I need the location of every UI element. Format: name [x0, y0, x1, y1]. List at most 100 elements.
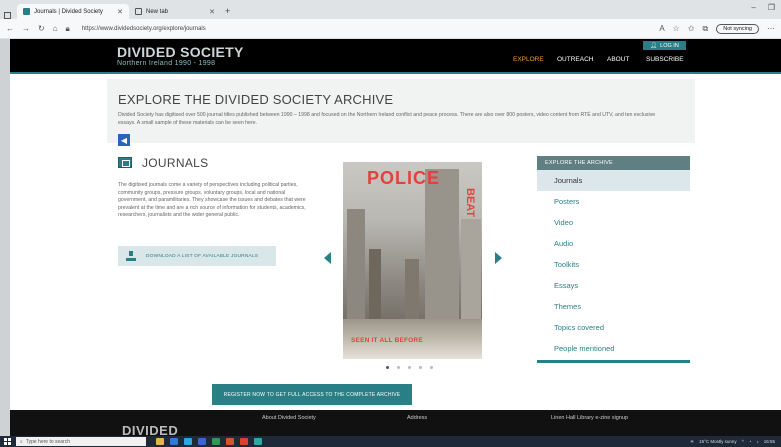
carousel-dot[interactable] — [397, 366, 400, 369]
download-label: DOWNLOAD A LIST OF AVAILABLE JOURNALS — [146, 253, 259, 259]
search-icon: ⌕ — [20, 438, 23, 445]
explore-archive-menu: EXPLORE THE ARCHIVE Journals Posters Vid… — [537, 156, 690, 363]
collections-icon[interactable]: ⧉ — [703, 24, 709, 34]
cover-building — [369, 249, 381, 329]
network-icon[interactable]: ◔ — [749, 439, 752, 444]
sync-button[interactable]: Not syncing — [716, 23, 759, 34]
close-tab-icon[interactable]: ✕ — [209, 8, 215, 16]
site-header: DIVIDED SOCIETY Northern Ireland 1990 - … — [10, 39, 781, 72]
explore-item-themes[interactable]: Themes — [537, 296, 690, 317]
new-tab-favicon-icon — [135, 8, 142, 15]
chrome-icon[interactable] — [240, 438, 248, 445]
section-title: JOURNALS — [142, 156, 209, 170]
page-title: EXPLORE THE DIVIDED SOCIETY ARCHIVE — [118, 92, 394, 107]
close-tab-icon[interactable]: ✕ — [117, 8, 123, 16]
explore-item-audio[interactable]: Audio — [537, 233, 690, 254]
explore-menu-heading: EXPLORE THE ARCHIVE — [537, 156, 690, 170]
carousel-dot[interactable] — [408, 366, 411, 369]
nav-outreach[interactable]: OUTREACH — [557, 56, 593, 63]
cover-title-b: BEAT — [464, 188, 476, 218]
carousel-prev-icon[interactable] — [324, 252, 331, 264]
explore-item-video[interactable]: Video — [537, 212, 690, 233]
favorite-star-icon[interactable]: ☆ — [673, 24, 680, 33]
new-tab-plus-icon[interactable]: + — [225, 6, 230, 16]
favorites-icon[interactable]: ✩ — [688, 24, 695, 33]
excel-icon[interactable] — [212, 438, 220, 445]
browser-tab-journals[interactable]: Journals | Divided Society ✕ — [17, 4, 129, 19]
restore-icon[interactable]: ❐ — [768, 3, 775, 12]
weather-text[interactable]: 15°C Mostly sunny — [699, 439, 737, 444]
cover-building — [461, 219, 481, 329]
file-explorer-icon[interactable] — [156, 438, 164, 445]
user-icon: 👤︎ — [650, 42, 658, 49]
minimize-icon[interactable]: – — [751, 3, 755, 12]
carousel-next-icon[interactable] — [495, 252, 502, 264]
tab-title: New tab — [146, 8, 169, 15]
word-icon[interactable] — [198, 438, 206, 445]
address-bar: ← → ↻ ⌂ 🔒︎ https://www.dividedsociety.or… — [0, 19, 781, 39]
site-footer: DIVIDED About Divided Society Address Li… — [10, 410, 781, 436]
powerpoint-icon[interactable] — [226, 438, 234, 445]
edge-icon[interactable] — [184, 438, 192, 445]
cover-building — [347, 209, 365, 329]
share-icon[interactable]: ◀ — [118, 134, 130, 146]
explore-menu-bottom-rule — [537, 360, 690, 363]
intro-panel: EXPLORE THE DIVIDED SOCIETY ARCHIVE Divi… — [107, 79, 695, 143]
site-favicon-icon — [23, 8, 30, 15]
more-menu-icon[interactable]: ⋯ — [767, 24, 775, 33]
footer-logo: DIVIDED — [122, 423, 179, 436]
journals-icon — [118, 157, 132, 168]
weather-icon: ☀ — [690, 438, 695, 444]
carousel-dots — [386, 366, 433, 369]
browser-tab-bar: Journals | Divided Society ✕ New tab ✕ +… — [0, 0, 781, 19]
register-button[interactable]: REGISTER NOW TO GET FULL ACCESS TO THE C… — [212, 384, 412, 405]
explore-item-posters[interactable]: Posters — [537, 191, 690, 212]
header-divider — [10, 72, 781, 74]
explore-item-topics[interactable]: Topics covered — [537, 317, 690, 338]
windows-start-icon[interactable] — [0, 436, 14, 447]
carousel-dot[interactable] — [386, 366, 389, 369]
back-icon[interactable]: ← — [6, 24, 14, 33]
windows-taskbar: ⌕ Type here to search ☀ 15°C Mostly sunn… — [0, 436, 781, 447]
read-aloud-icon[interactable]: A — [659, 24, 664, 33]
download-icon — [126, 251, 136, 261]
journal-cover-image[interactable]: POLICE BEAT SEEN IT ALL BEFORE — [343, 162, 482, 359]
tab-actions-icon[interactable] — [4, 12, 11, 19]
login-label: LOG IN — [660, 42, 679, 49]
cover-tagline: SEEN IT ALL BEFORE — [351, 337, 423, 344]
lock-icon: 🔒︎ — [65, 23, 70, 33]
url-field[interactable]: https://www.dividedsociety.org/explore/j… — [82, 26, 206, 32]
volume-icon[interactable]: ♪ — [756, 439, 758, 444]
footer-address-heading: Address — [407, 415, 428, 421]
carousel-dot[interactable] — [419, 366, 422, 369]
clock[interactable]: 16:55 — [764, 439, 775, 444]
carousel-dot[interactable] — [430, 366, 433, 369]
download-journals-button[interactable]: DOWNLOAD A LIST OF AVAILABLE JOURNALS — [118, 246, 276, 266]
login-button[interactable]: 👤︎ LOG IN — [643, 41, 686, 50]
app-icon[interactable] — [254, 438, 262, 445]
browser-tab-new[interactable]: New tab ✕ — [129, 4, 221, 19]
refresh-icon[interactable]: ↻ — [38, 24, 45, 33]
explore-item-people[interactable]: People mentioned — [537, 338, 690, 359]
tab-title: Journals | Divided Society — [34, 8, 103, 15]
explore-item-toolkits[interactable]: Toolkits — [537, 254, 690, 275]
nav-about[interactable]: ABOUT — [607, 56, 629, 63]
intro-text: Divided Society has digitised over 500 j… — [118, 112, 656, 126]
cover-title-vertical: BEAT — [463, 188, 476, 221]
window-controls: – ❐ — [751, 3, 775, 12]
system-tray: ☀ 15°C Mostly sunny ^ ◔ ♪ 16:55 — [690, 439, 781, 445]
explore-item-journals[interactable]: Journals — [537, 170, 690, 191]
tray-chevron-icon[interactable]: ^ — [742, 439, 744, 444]
home-icon[interactable]: ⌂ — [53, 24, 58, 33]
forward-icon[interactable]: → — [22, 24, 30, 33]
site-logo-subtitle: Northern Ireland 1990 - 1998 — [117, 60, 216, 67]
taskbar-apps — [156, 438, 262, 445]
footer-about-heading: About Divided Society — [262, 415, 316, 421]
nav-explore[interactable]: EXPLORE — [513, 56, 544, 63]
nav-subscribe[interactable]: SUBSCRIBE — [646, 56, 684, 63]
taskbar-search-input[interactable]: ⌕ Type here to search — [16, 437, 146, 446]
site-logo-title[interactable]: DIVIDED SOCIETY — [117, 44, 244, 60]
footer-signup-heading: Linen Hall Library e-zine signup — [551, 415, 629, 421]
store-icon[interactable] — [170, 438, 178, 445]
explore-item-essays[interactable]: Essays — [537, 275, 690, 296]
